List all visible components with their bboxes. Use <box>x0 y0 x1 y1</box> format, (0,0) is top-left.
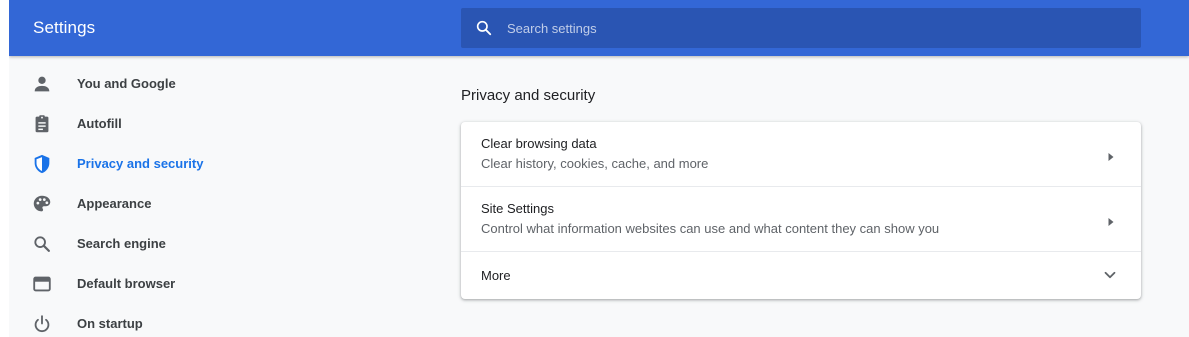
sidebar-item-label: Autofill <box>77 116 122 131</box>
sidebar: You and Google Autofill Privacy and secu… <box>9 64 309 337</box>
search-box[interactable] <box>461 8 1141 48</box>
sidebar-item-label: You and Google <box>77 76 176 91</box>
sidebar-item-default-browser[interactable]: Default browser <box>9 264 309 304</box>
sidebar-item-label: Appearance <box>77 196 152 211</box>
arrow-right-icon <box>1106 214 1116 226</box>
clipboard-icon <box>31 113 53 135</box>
browser-window-icon <box>31 273 53 295</box>
sidebar-item-privacy-and-security[interactable]: Privacy and security <box>9 144 309 184</box>
clear-browsing-data-row[interactable]: Clear browsing data Clear history, cooki… <box>461 122 1141 186</box>
top-toolbar: Settings <box>9 0 1189 56</box>
sidebar-item-on-startup[interactable]: On startup <box>9 304 309 337</box>
row-subtitle: Control what information websites can us… <box>481 221 940 236</box>
row-title: Site Settings <box>481 201 554 216</box>
sidebar-item-label: Privacy and security <box>77 156 204 171</box>
search-icon[interactable] <box>474 18 494 38</box>
sidebar-item-appearance[interactable]: Appearance <box>9 184 309 224</box>
palette-icon <box>31 193 53 215</box>
site-settings-row[interactable]: Site Settings Control what information w… <box>461 187 1141 251</box>
arrow-right-icon <box>1106 149 1116 161</box>
power-icon <box>31 313 53 335</box>
row-title: Clear browsing data <box>481 136 597 151</box>
row-subtitle: Clear history, cookies, cache, and more <box>481 156 709 171</box>
sidebar-item-you-and-google[interactable]: You and Google <box>9 64 309 104</box>
sidebar-item-label: On startup <box>77 316 143 331</box>
row-title: More <box>481 268 511 283</box>
shield-icon <box>31 153 53 175</box>
settings-window: Settings You and Google <box>9 0 1189 337</box>
privacy-settings-card: Clear browsing data Clear history, cooki… <box>461 122 1141 299</box>
chevron-down-icon[interactable] <box>1101 266 1119 284</box>
search-icon <box>31 233 53 255</box>
sidebar-item-label: Default browser <box>77 276 176 291</box>
sidebar-item-label: Search engine <box>77 236 166 251</box>
search-input[interactable] <box>505 8 1129 48</box>
sidebar-item-autofill[interactable]: Autofill <box>9 104 309 144</box>
app-title: Settings <box>33 18 96 37</box>
section-title: Privacy and security <box>461 87 596 104</box>
sidebar-item-search-engine[interactable]: Search engine <box>9 224 309 264</box>
more-expand-row[interactable]: More <box>461 252 1141 299</box>
person-icon <box>31 73 53 95</box>
